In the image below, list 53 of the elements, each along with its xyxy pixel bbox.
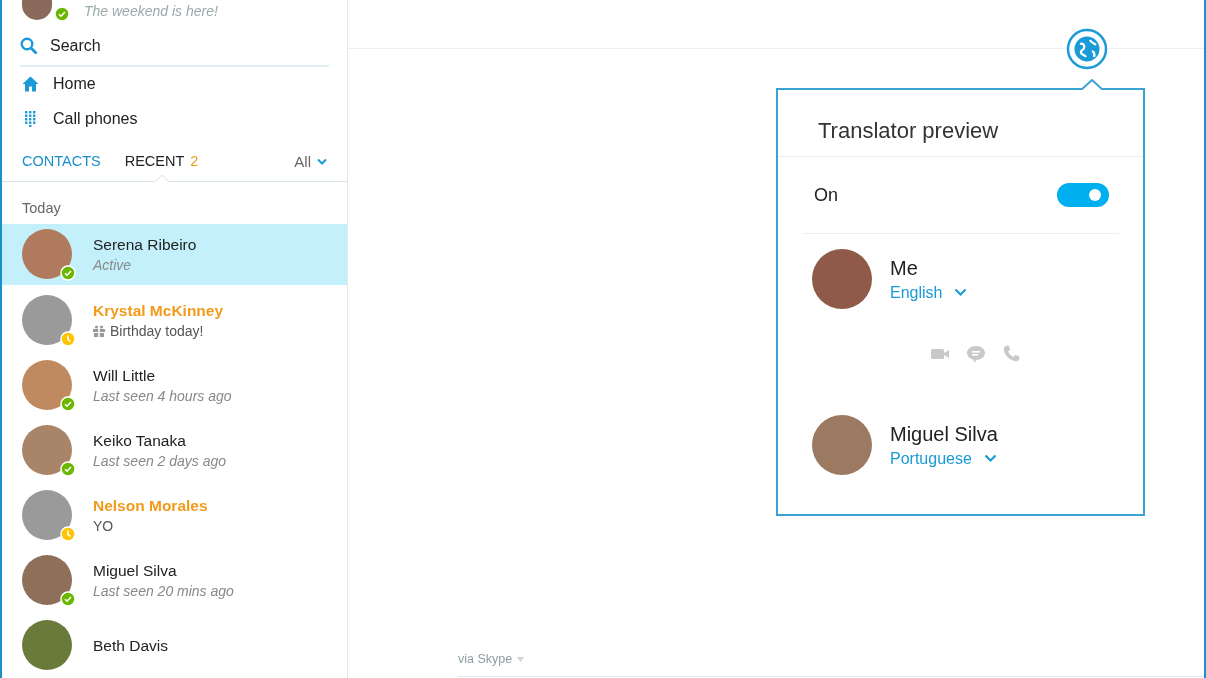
- contact-name: Keiko Tanaka: [93, 432, 187, 450]
- contact-avatar: [22, 294, 72, 345]
- chevron-down-icon: [983, 454, 997, 463]
- list-tab[interactable]: RECENT 2: [124, 141, 199, 181]
- participant-name: Me: [890, 256, 919, 280]
- contact-item[interactable]: Krystal McKinney Birthday today!: [2, 288, 347, 353]
- nav-item[interactable]: Home: [2, 66, 347, 102]
- participant-avatar: [812, 249, 872, 309]
- contact-status-text: YO: [93, 518, 115, 534]
- contact-name: Serena Ribeiro: [93, 236, 197, 254]
- toggle-label: On: [814, 184, 838, 206]
- contact-name: Beth Davis: [93, 636, 168, 655]
- contact-item[interactable]: Will Little Last seen 4 hours ago: [2, 353, 347, 418]
- contact-avatar: [22, 359, 72, 410]
- phone-icon: [1001, 344, 1022, 364]
- filter-dropdown[interactable]: All: [294, 152, 327, 170]
- profile-avatar[interactable]: [22, 0, 52, 21]
- nav-item[interactable]: Call phones: [2, 101, 347, 137]
- contact-avatar: [22, 424, 72, 475]
- contact-name: Miguel Silva: [93, 562, 178, 580]
- caret-down-icon: [517, 656, 525, 662]
- translator-toggle[interactable]: [1057, 183, 1109, 207]
- contact-status-text: Last seen 20 mins ago: [93, 583, 234, 599]
- participant-name: Miguel Silva: [890, 422, 998, 446]
- unread-count: 2: [190, 153, 199, 169]
- panel-title: Translator preview: [778, 90, 1143, 157]
- chat-bubble-icon: [965, 344, 986, 364]
- contact-avatar: [22, 554, 72, 605]
- contact-name: Krystal McKinney: [93, 302, 224, 320]
- contact-name: Will Little: [93, 367, 156, 385]
- contact-name: Nelson Morales: [93, 497, 208, 515]
- mood-message: The weekend is here!: [84, 3, 218, 20]
- home-icon: [22, 76, 39, 93]
- translator-button[interactable]: [1066, 28, 1108, 70]
- contact-status-text: Active: [93, 257, 133, 273]
- contact-status-text: Last seen 4 hours ago: [93, 388, 232, 404]
- contact-item[interactable]: Miguel Silva Last seen 20 mins ago: [2, 548, 347, 613]
- list-tab[interactable]: CONTACTS: [22, 141, 101, 181]
- contact-item[interactable]: Serena Ribeiro Active: [2, 224, 347, 285]
- contact-avatar: [22, 619, 72, 670]
- search-icon: [20, 36, 38, 55]
- contact-avatar: [22, 489, 72, 540]
- contact-avatar: [22, 228, 72, 279]
- contact-item[interactable]: Nelson Morales YO: [2, 483, 347, 548]
- chevron-down-icon: [317, 157, 327, 165]
- chevron-down-icon: [954, 288, 968, 297]
- contact-item[interactable]: Beth Davis: [2, 613, 347, 678]
- contact-status-text: Birthday today!: [110, 323, 204, 339]
- participant-avatar: [812, 415, 872, 475]
- contact-item[interactable]: Keiko Tanaka Last seen 2 days ago: [2, 418, 347, 483]
- gift-icon: [93, 325, 105, 337]
- contact-status-text: Last seen 2 days ago: [93, 453, 227, 469]
- section-header: Today: [21, 199, 62, 218]
